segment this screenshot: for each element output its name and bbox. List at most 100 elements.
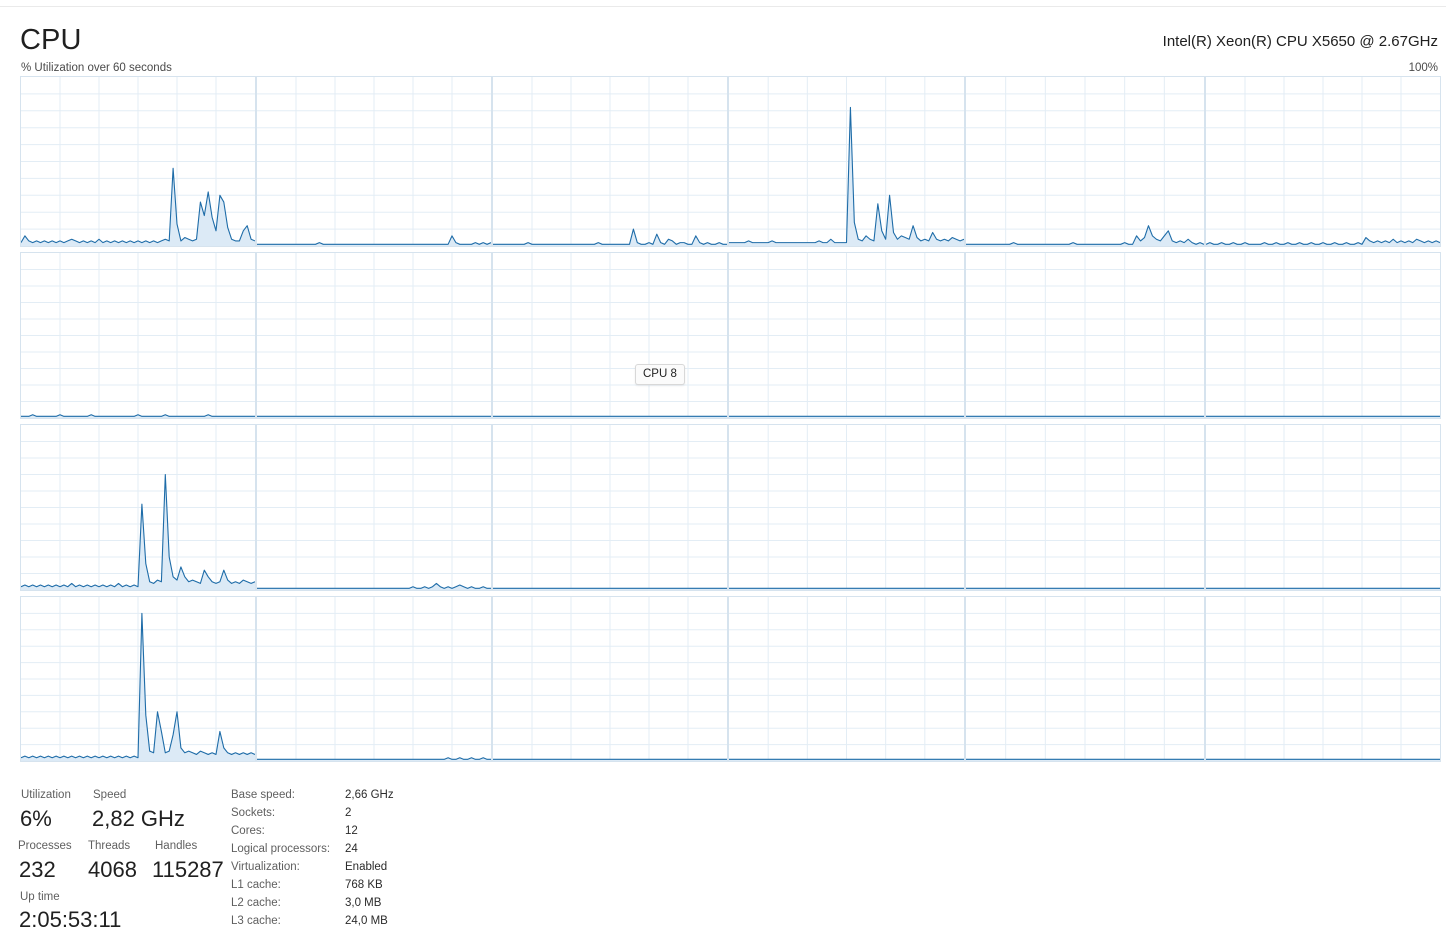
cpu-core-graph-svg (966, 425, 1204, 590)
handles-value: 115287 (152, 857, 224, 882)
cpu-core-graph[interactable] (20, 596, 256, 762)
graph-gridlines (257, 425, 491, 590)
cpu-core-graph[interactable] (728, 76, 965, 247)
cpu-core-graph[interactable] (728, 596, 965, 762)
cpu-core-graph[interactable] (728, 252, 965, 419)
cpu-core-graph-svg (729, 253, 964, 418)
cpu-core-graph-svg (729, 597, 964, 761)
cpu-core-graph[interactable] (492, 424, 728, 591)
graph-gridlines (493, 425, 727, 590)
graph-gridlines (966, 597, 1204, 761)
cpu-core-graph[interactable] (728, 424, 965, 591)
processes-label: Processes (18, 840, 72, 852)
cpu-core-graph[interactable] (492, 252, 728, 419)
cpu-core-graph-svg (729, 77, 964, 246)
cpu-core-graph-svg (21, 77, 255, 246)
cpu-core-graph-svg (493, 253, 727, 418)
cpu-core-graph[interactable] (965, 596, 1205, 762)
utilization-label: Utilization (21, 789, 71, 801)
cpu-core-graph[interactable] (965, 76, 1205, 247)
cpu-info-label: Cores: (231, 825, 265, 837)
graph-gridlines (493, 253, 727, 418)
cpu-core-graph[interactable] (492, 76, 728, 247)
cpu-info-value: 2,66 GHz (345, 789, 394, 801)
cpu-core-graph-svg (493, 77, 727, 246)
cpu-core-graph[interactable] (965, 424, 1205, 591)
cpu-core-graph-svg (1206, 425, 1440, 590)
graph-gridlines (1206, 253, 1440, 418)
utilization-value: 6% (20, 806, 52, 831)
graph-gridlines (257, 597, 491, 761)
graph-gridlines (493, 77, 727, 246)
cpu-core-graph[interactable] (256, 76, 492, 247)
graph-gridlines (966, 425, 1204, 590)
cpu-core-graph-svg (257, 253, 491, 418)
cpu-core-graph[interactable] (1205, 424, 1441, 591)
graph-gridlines (1206, 425, 1440, 590)
graph-gridlines (729, 253, 964, 418)
cpu-info-value: 12 (345, 825, 358, 837)
cpu-core-graph-svg (1206, 77, 1440, 246)
threads-label: Threads (88, 840, 131, 852)
cpu-info-value: 24,0 MB (345, 915, 388, 927)
threads-value: 4068 (88, 857, 137, 882)
cpu-core-graph-svg (1206, 597, 1440, 761)
cpu-info-value: 3,0 MB (345, 897, 382, 909)
cpu-info-label: Virtualization: (231, 861, 300, 873)
cpu-info-value: 24 (345, 843, 358, 855)
graph-gridlines (21, 425, 255, 590)
graph-gridlines (1206, 77, 1440, 246)
speed-label: Speed (93, 789, 127, 801)
cpu-info-label: Sockets: (231, 807, 276, 819)
cpu-core-graph[interactable] (256, 424, 492, 591)
cpu-info-label: Logical processors: (231, 843, 331, 855)
cpu-core-graph-svg (1206, 253, 1440, 418)
cpu-core-graph-svg (493, 597, 727, 761)
handles-label: Handles (155, 840, 198, 852)
cpu-core-graph[interactable] (1205, 596, 1441, 762)
graph-gridlines (493, 597, 727, 761)
cpu-info-label: L1 cache: (231, 879, 281, 891)
cpu-info-label: L3 cache: (231, 915, 281, 927)
cpu-performance-page: CPU Intel(R) Xeon(R) CPU X5650 @ 2.67GHz… (0, 0, 1446, 944)
uptime-value: 2:05:53:11 (19, 907, 122, 932)
cpu-core-graph[interactable] (1205, 76, 1441, 247)
cpu-info-value: Enabled (345, 861, 388, 873)
cpu-core-graph[interactable] (20, 424, 256, 591)
graph-gridlines (729, 597, 964, 761)
graph-gridlines (1206, 597, 1440, 761)
graph-gridlines (729, 77, 964, 246)
cpu-info-label: Base speed: (231, 789, 295, 801)
cpu-core-graph-svg (966, 77, 1204, 246)
cpu-core-graph[interactable] (965, 252, 1205, 419)
cpu-core-graph-svg (21, 425, 255, 590)
cpu-core-graph-svg (257, 597, 491, 761)
cpu-info-value: 768 KB (345, 879, 383, 891)
cpu-core-graph-svg (257, 425, 491, 590)
uptime-label: Up time (20, 891, 60, 903)
cpu-core-graph-svg (21, 597, 255, 761)
cpu-core-graph[interactable] (1205, 252, 1441, 419)
cpu-core-graph[interactable] (492, 596, 728, 762)
graph-gridlines (966, 253, 1204, 418)
cpu-info-label: L2 cache: (231, 897, 281, 909)
cpu-core-graph[interactable] (20, 76, 256, 247)
cpu-core-graph-svg (966, 253, 1204, 418)
cpu-core-graph[interactable] (256, 252, 492, 419)
cpu-core-graph[interactable] (256, 596, 492, 762)
cpu-core-graph-svg (257, 77, 491, 246)
cpu-core-graph[interactable] (20, 252, 256, 419)
graph-gridlines (21, 253, 255, 418)
cpu-core-graph-grid[interactable]: CPU 8 (0, 0, 1446, 944)
graph-gridlines (257, 77, 491, 246)
cpu-core-graph-svg (729, 425, 964, 590)
graph-gridlines (729, 425, 964, 590)
cpu-core-graph-svg (21, 253, 255, 418)
graph-gridlines (966, 77, 1204, 246)
graph-gridlines (257, 253, 491, 418)
processes-value: 232 (19, 857, 56, 882)
speed-value: 2,82 GHz (92, 806, 185, 831)
cpu-core-graph-svg (966, 597, 1204, 761)
cpu-core-tooltip: CPU 8 (635, 364, 685, 385)
cpu-core-graph-svg (493, 425, 727, 590)
